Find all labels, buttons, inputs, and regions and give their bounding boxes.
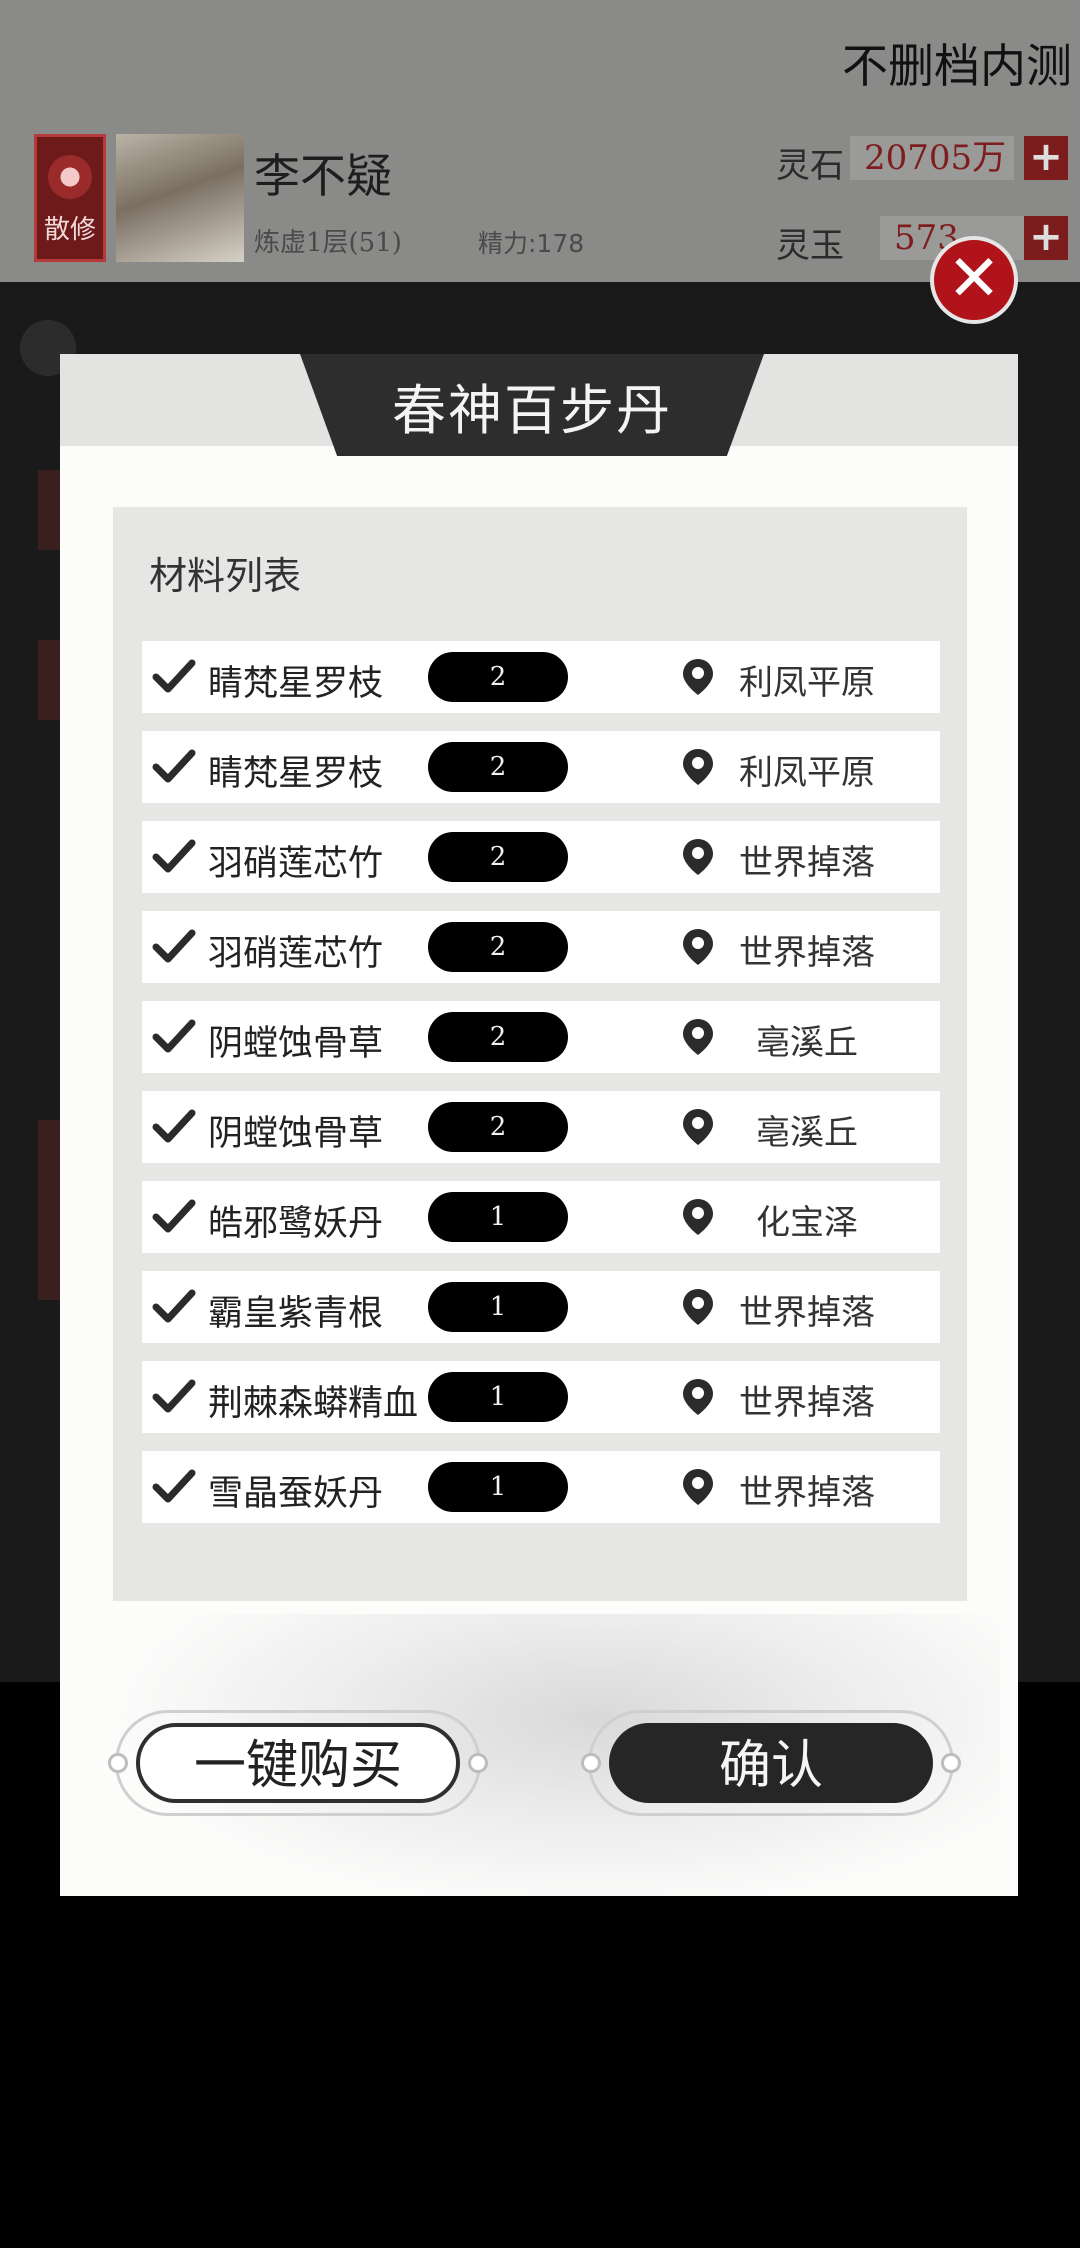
material-name: 睛梵星罗枝 (208, 754, 384, 794)
material-name: 荆棘森蟒精血 (208, 1384, 419, 1424)
close-icon[interactable]: ✕ (930, 236, 1018, 324)
material-location[interactable]: 亳溪丘 (732, 1015, 882, 1064)
material-name: 羽硝莲芯竹 (208, 934, 384, 974)
server-name: 不删档内测 (842, 39, 1072, 93)
material-quantity: 2 (428, 832, 568, 882)
player-name: 李不疑 (254, 149, 392, 203)
material-row[interactable]: 荆棘森蟒精血 1 世界掉落 (142, 1361, 940, 1433)
material-row[interactable]: 皓邪鹭妖丹 1 化宝泽 (142, 1181, 940, 1253)
check-icon (152, 1015, 196, 1059)
location-pin-icon[interactable] (680, 1287, 716, 1327)
faction-label: 散修 (43, 215, 96, 245)
frame-dot (468, 1753, 488, 1773)
location-pin-icon[interactable] (680, 1197, 716, 1237)
location-pin-icon[interactable] (680, 1107, 716, 1147)
location-pin-icon[interactable] (680, 1017, 716, 1057)
check-icon (152, 1285, 196, 1329)
location-pin-icon[interactable] (680, 1377, 716, 1417)
location-pin-icon[interactable] (680, 747, 716, 787)
material-row[interactable]: 霸皇紫青根 1 世界掉落 (142, 1271, 940, 1343)
material-row[interactable]: 羽硝莲芯竹 2 世界掉落 (142, 821, 940, 893)
material-name: 睛梵星罗枝 (208, 664, 384, 704)
check-icon (152, 1465, 196, 1509)
location-pin-icon[interactable] (680, 927, 716, 967)
material-location[interactable]: 世界掉落 (732, 835, 882, 884)
buy-all-button-frame: 一键购买 (108, 1710, 488, 1816)
check-icon (152, 1195, 196, 1239)
material-quantity: 2 (428, 922, 568, 972)
dialog-title-tab: 春神百步丹 (300, 354, 764, 456)
faction-badge[interactable]: 散修 (34, 134, 106, 262)
material-quantity: 1 (428, 1372, 568, 1422)
material-quantity: 1 (428, 1192, 568, 1242)
buy-all-button[interactable]: 一键购买 (136, 1723, 460, 1803)
check-icon (152, 835, 196, 879)
material-location[interactable]: 世界掉落 (732, 1375, 882, 1424)
spirit-stone-label: 灵石 (776, 146, 844, 186)
materials-list: 睛梵星罗枝 2 利凤平原 睛梵星罗枝 2 利凤平原 羽硝莲芯竹 2 世界掉落 羽硝莲芯竹 2 世界掉落… (142, 641, 940, 1541)
material-quantity: 2 (428, 742, 568, 792)
material-name: 霸皇紫青根 (208, 1294, 384, 1334)
player-energy: 精力:178 (478, 229, 585, 258)
material-quantity: 2 (428, 1012, 568, 1062)
top-status-bar: 不删档内测 散修 李不疑 炼虚1层(51) 精力:178 灵石 20705万 +… (0, 0, 1080, 282)
check-icon (152, 1375, 196, 1419)
material-location[interactable]: 亳溪丘 (732, 1105, 882, 1154)
location-pin-icon[interactable] (680, 837, 716, 877)
material-name: 阴螳蚀骨草 (208, 1024, 384, 1064)
material-row[interactable]: 睛梵星罗枝 2 利凤平原 (142, 641, 940, 713)
material-name: 皓邪鹭妖丹 (208, 1204, 384, 1244)
material-location[interactable]: 化宝泽 (732, 1195, 882, 1244)
material-location[interactable]: 利凤平原 (732, 655, 882, 704)
confirm-button-frame: 确认 (581, 1710, 961, 1816)
material-location[interactable]: 世界掉落 (732, 1465, 882, 1514)
add-spirit-stone-button[interactable]: + (1024, 136, 1068, 180)
player-realm: 炼虚1层(51) (254, 228, 402, 258)
material-row[interactable]: 阴螳蚀骨草 2 亳溪丘 (142, 1001, 940, 1073)
materials-panel-title: 材料列表 (149, 554, 302, 598)
frame-dot (941, 1753, 961, 1773)
spirit-jade-label: 灵玉 (776, 226, 844, 266)
spirit-stone-value: 20705万 (850, 136, 1014, 180)
material-name: 雪晶蚕妖丹 (208, 1474, 384, 1514)
material-location[interactable]: 世界掉落 (732, 1285, 882, 1334)
material-location[interactable]: 利凤平原 (732, 745, 882, 794)
material-quantity: 1 (428, 1282, 568, 1332)
player-avatar[interactable] (116, 134, 244, 262)
location-pin-icon[interactable] (680, 1467, 716, 1507)
check-icon (152, 1105, 196, 1149)
frame-dot (581, 1753, 601, 1773)
material-row[interactable]: 羽硝莲芯竹 2 世界掉落 (142, 911, 940, 983)
location-pin-icon[interactable] (680, 657, 716, 697)
materials-panel: 材料列表 睛梵星罗枝 2 利凤平原 睛梵星罗枝 2 利凤平原 羽硝莲芯竹 2 世界掉落 羽硝莲芯竹… (113, 507, 967, 1601)
dialog-title: 春神百步丹 (392, 379, 672, 442)
add-spirit-jade-button[interactable]: + (1024, 216, 1068, 260)
check-icon (152, 745, 196, 789)
confirm-button[interactable]: 确认 (609, 1723, 933, 1803)
check-icon (152, 925, 196, 969)
material-row[interactable]: 阴螳蚀骨草 2 亳溪丘 (142, 1091, 940, 1163)
faction-emblem-icon (48, 155, 92, 199)
material-row[interactable]: 雪晶蚕妖丹 1 世界掉落 (142, 1451, 940, 1523)
material-location[interactable]: 世界掉落 (732, 925, 882, 974)
frame-dot (108, 1753, 128, 1773)
material-name: 羽硝莲芯竹 (208, 844, 384, 884)
material-quantity: 2 (428, 1102, 568, 1152)
material-quantity: 2 (428, 652, 568, 702)
check-icon (152, 655, 196, 699)
material-name: 阴螳蚀骨草 (208, 1114, 384, 1154)
material-quantity: 1 (428, 1462, 568, 1512)
recipe-dialog: 春神百步丹 材料列表 睛梵星罗枝 2 利凤平原 睛梵星罗枝 2 利凤平原 羽硝莲芯竹 2 世界掉… (60, 354, 1018, 1896)
material-row[interactable]: 睛梵星罗枝 2 利凤平原 (142, 731, 940, 803)
